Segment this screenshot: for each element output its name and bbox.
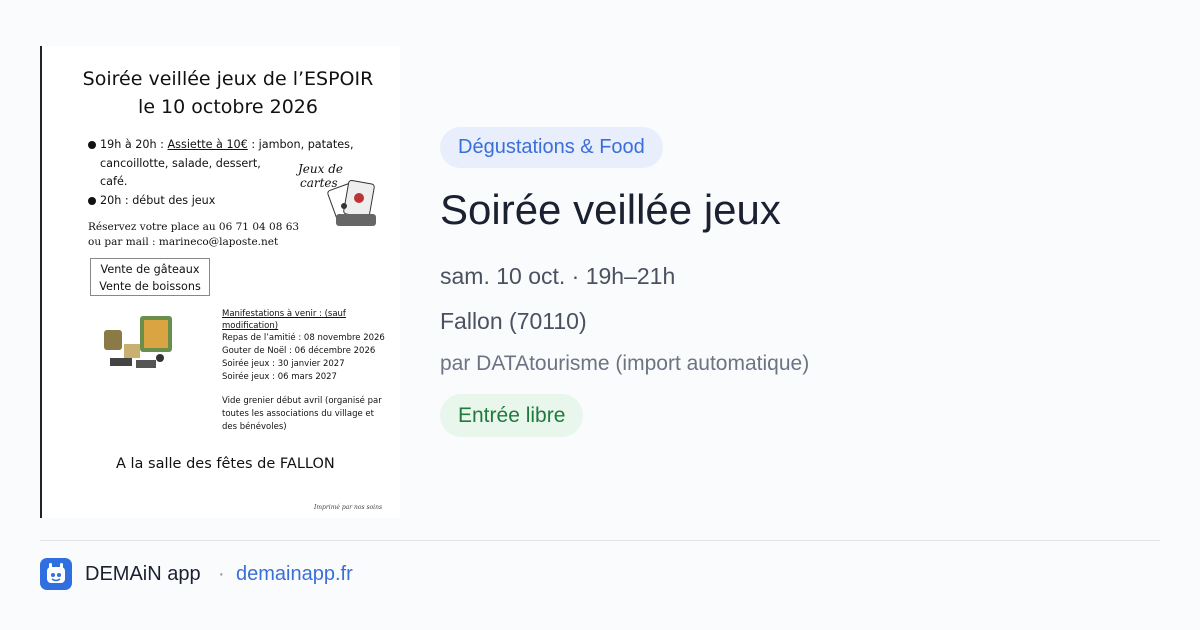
app-website-link[interactable]: demainapp.fr	[236, 563, 353, 586]
poster-date: le 10 octobre 2026	[138, 96, 318, 118]
poster-upcoming-title: Manifestations à venir : (sauf modificat…	[222, 309, 346, 331]
poster-vide-grenier: toutes les associations du village et	[222, 409, 374, 419]
event-datetime: sam. 10 oct. · 19h–21h	[440, 263, 676, 289]
poster-title: Soirée veillée jeux de l’ESPOIR	[82, 68, 374, 90]
poster-menu-line: café.	[100, 175, 128, 188]
footer-divider	[40, 540, 1160, 541]
event-title: Soirée veillée jeux	[440, 186, 781, 233]
poster-sales-box: Vente de gâteaux Vente de boissons	[90, 258, 210, 296]
poster-menu-line: 19h à 20h : Assiette à 10€ : jambon, pat…	[88, 136, 354, 154]
event-poster-image: Soirée veillée jeux de l’ESPOIR le 10 oc…	[40, 46, 400, 518]
app-name: DEMAiN app	[85, 563, 201, 585]
footer-separator: ·	[218, 563, 225, 585]
app-logo-icon	[40, 558, 72, 590]
poster-menu-line: cancoillotte, salade, dessert,	[100, 157, 261, 170]
poster-reserve-mail: ou par mail : marineco@laposte.net	[88, 236, 279, 248]
playing-cards-icon	[327, 179, 376, 226]
poster-upcoming-item: Repas de l’amitié : 08 novembre 2026	[222, 333, 385, 343]
price-badge: Entrée libre	[440, 394, 584, 437]
event-location: Fallon (70110)	[440, 308, 587, 334]
poster-vide-grenier: Vide grenier début avril (organisé par	[222, 396, 382, 406]
poster-venue: A la salle des fêtes de FALLON	[116, 456, 335, 472]
poster-games-line: 20h : début des jeux	[88, 192, 215, 210]
category-badge[interactable]: Dégustations & Food	[440, 127, 663, 168]
poster-reserve-phone: Réservez votre place au 06 71 04 08 63	[88, 221, 300, 233]
poster-vide-grenier: des bénévoles)	[222, 422, 287, 432]
bullet-icon	[88, 197, 96, 205]
poster-upcoming-item: Soirée jeux : 30 janvier 2027	[222, 359, 345, 369]
board-games-icon	[104, 316, 172, 368]
poster-upcoming-item: Soirée jeux : 06 mars 2027	[222, 372, 337, 382]
poster-printed-note: Imprimé par nos soins	[314, 504, 383, 511]
poster-upcoming-item: Gouter de Noël : 06 décembre 2026	[222, 346, 376, 356]
bullet-icon	[88, 141, 96, 149]
event-source: par DATAtourisme (import automatique)	[440, 352, 810, 375]
